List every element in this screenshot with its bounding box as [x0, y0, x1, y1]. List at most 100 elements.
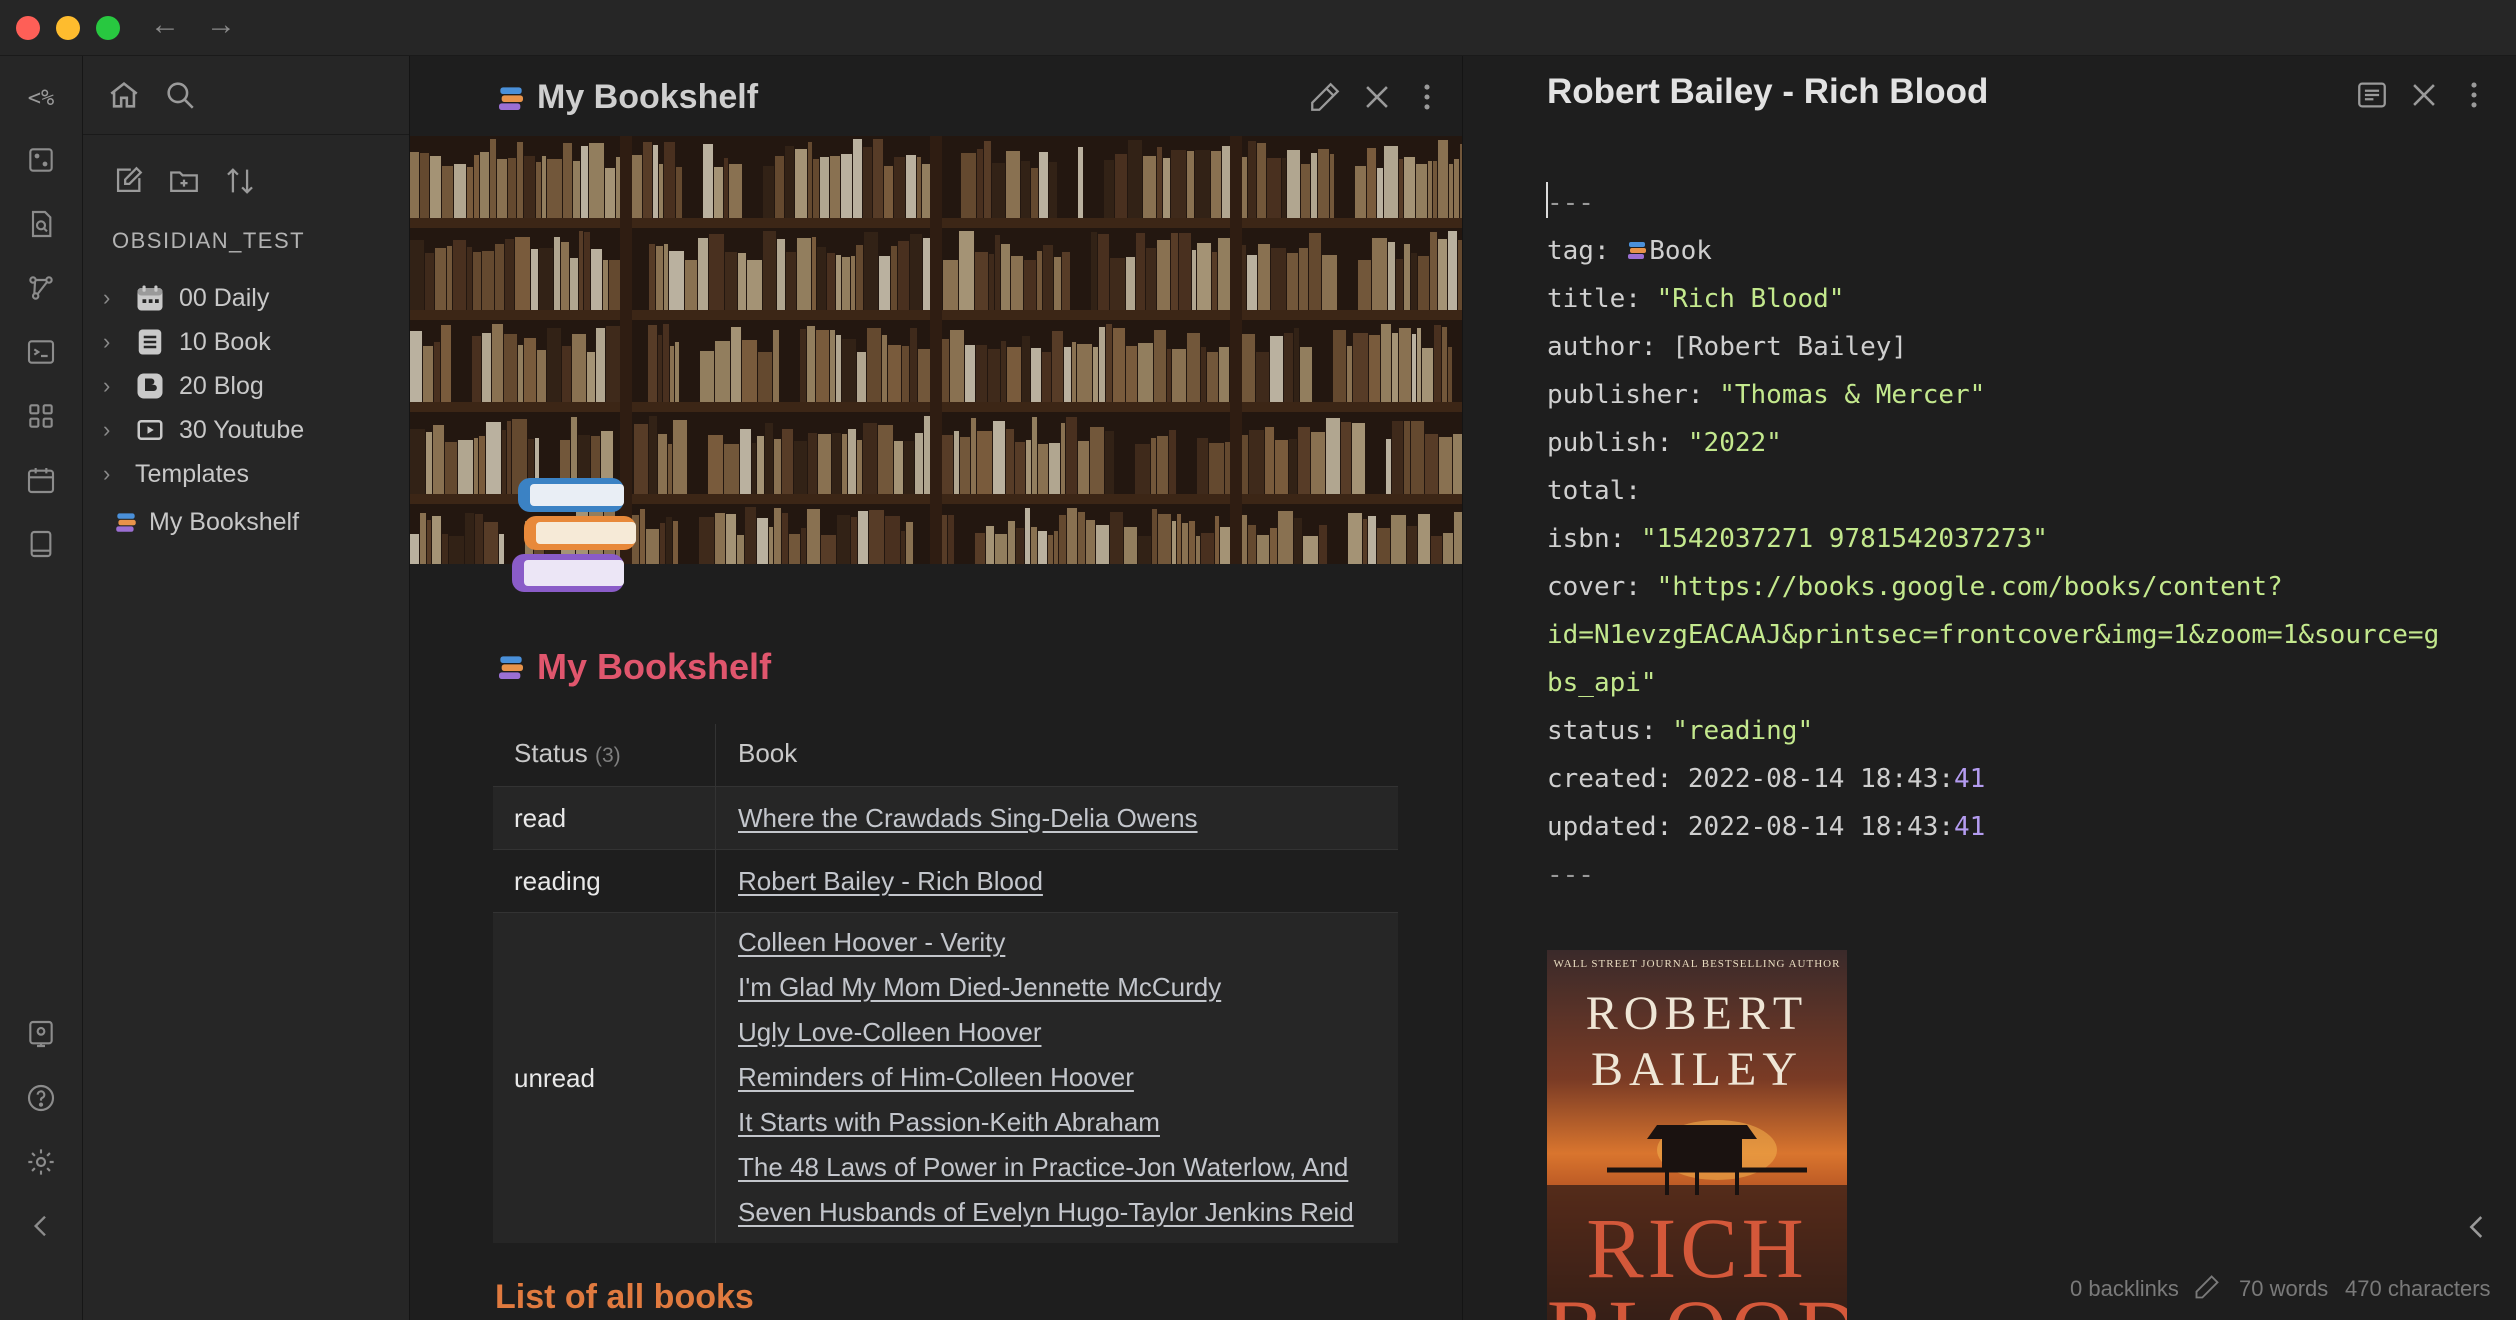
new-note-icon[interactable]	[111, 164, 145, 203]
status-header-label: Status	[514, 738, 588, 768]
vault-switcher-icon[interactable]	[21, 1014, 61, 1054]
graph-view-icon[interactable]	[21, 268, 61, 308]
book-link[interactable]: The 48 Laws of Power in Practice-Jon Wat…	[738, 1152, 1348, 1183]
cover-author-line1: ROBERT	[1585, 987, 1809, 1040]
book-link[interactable]: It Starts with Passion-Keith Abraham	[738, 1107, 1160, 1138]
new-folder-icon[interactable]	[167, 164, 201, 203]
more-options-icon[interactable]	[1410, 80, 1444, 119]
back-arrow-icon[interactable]: ←	[150, 8, 180, 42]
close-window-button[interactable]	[16, 16, 40, 40]
chevron-right-icon: ›	[103, 285, 111, 310]
folder-00-daily[interactable]: › 00 Daily	[103, 278, 269, 318]
book-link[interactable]: I'm Glad My Mom Died-Jennette McCurdy	[738, 972, 1221, 1003]
calendar-icon	[135, 283, 165, 313]
edit-mode-pencil-icon[interactable]	[2193, 1273, 2221, 1306]
sort-order-icon[interactable]	[223, 164, 257, 203]
minimize-window-button[interactable]	[56, 16, 80, 40]
templater-button[interactable]: <%	[18, 78, 64, 118]
book-link[interactable]: Reminders of Him-Colleen Hoover	[738, 1062, 1134, 1093]
yaml-value: "Rich Blood"	[1656, 284, 1845, 314]
collapse-chevron-left-icon[interactable]	[21, 1206, 61, 1246]
character-count: 470 characters	[2345, 1276, 2491, 1301]
chevron-right-icon: ›	[103, 417, 111, 442]
column-divider	[715, 913, 716, 1243]
more-options-icon[interactable]	[2457, 78, 2491, 117]
blocks-icon[interactable]	[21, 396, 61, 436]
table-row: unread Colleen Hoover - Verity I'm Glad …	[493, 913, 1398, 1243]
book-header[interactable]: Book	[738, 738, 797, 769]
file-my-bookshelf[interactable]: My Bookshelf	[113, 502, 299, 542]
yaml-value: "Thomas & Mercer"	[1719, 380, 1986, 410]
yaml-line-publish: publish: "2022"	[1547, 428, 1782, 458]
yaml-value: "1542037271 9781542037273"	[1640, 524, 2048, 554]
file-label: My Bookshelf	[149, 507, 300, 536]
reading-view-icon[interactable]	[2355, 78, 2389, 117]
chevron-right-icon: ›	[103, 373, 111, 398]
cover-tagline: WALL STREET JOURNAL BESTSELLING AUTHOR	[1553, 958, 1841, 970]
folder-20-blog[interactable]: › 20 Blog	[103, 366, 264, 406]
sidebar-tab-bar	[83, 56, 409, 135]
book-icon	[135, 327, 165, 357]
book-link[interactable]: Colleen Hoover - Verity	[738, 927, 1005, 958]
table-row: reading Robert Bailey - Rich Blood	[493, 850, 1398, 913]
edit-pencil-icon[interactable]	[1308, 80, 1342, 119]
help-icon[interactable]	[21, 1078, 61, 1118]
book-link[interactable]: Seven Husbands of Evelyn Hugo-Taylor Jen…	[738, 1197, 1354, 1228]
book-link[interactable]: Where the Crawdads Sing-Delia Owens	[738, 803, 1198, 834]
yaml-number: 41	[1954, 764, 1986, 794]
yaml-key: created:	[1547, 764, 1673, 794]
terminal-icon[interactable]	[21, 332, 61, 372]
yaml-key: title:	[1547, 284, 1641, 314]
book-reader-icon[interactable]	[21, 524, 61, 564]
column-divider	[715, 787, 716, 849]
close-pane-icon[interactable]	[2407, 78, 2441, 117]
pane-title: My Bookshelf	[537, 78, 759, 116]
search-icon[interactable]	[163, 78, 197, 117]
settings-gear-icon[interactable]	[21, 1142, 61, 1182]
random-note-icon[interactable]	[21, 140, 61, 180]
file-explorer-sidebar: OBSIDIAN_TEST › 00 Daily › 10 Book › 20 …	[83, 56, 410, 1320]
yaml-key: publish:	[1547, 428, 1673, 458]
status-header[interactable]: Status (3)	[514, 738, 621, 769]
folder-templates[interactable]: › Templates	[103, 454, 249, 494]
yaml-key: updated:	[1547, 812, 1673, 842]
yaml-key: cover:	[1547, 572, 1641, 602]
expand-sidebar-chevron-icon[interactable]	[2460, 1210, 2494, 1249]
chevron-right-icon: ›	[103, 329, 111, 354]
pane-header: My Bookshelf	[495, 78, 758, 117]
zoom-window-button[interactable]	[96, 16, 120, 40]
yaml-key: publisher:	[1547, 380, 1704, 410]
title-bar: ← →	[0, 0, 2516, 56]
forward-arrow-icon[interactable]: →	[206, 8, 236, 42]
yaml-value: "2022"	[1687, 428, 1782, 458]
yaml-number: 41	[1954, 812, 1986, 842]
status-count: (3)	[594, 744, 621, 767]
yaml-key: status:	[1547, 716, 1657, 746]
close-pane-icon[interactable]	[1360, 80, 1394, 119]
status-cell: unread	[514, 1063, 595, 1093]
calendar-icon[interactable]	[21, 460, 61, 500]
book-note-pane: Robert Bailey - Rich Blood --- tag: Book…	[1463, 56, 2516, 1320]
note-title: Robert Bailey - Rich Blood	[1547, 72, 1989, 111]
home-icon[interactable]	[107, 78, 141, 117]
vault-name: OBSIDIAN_TEST	[112, 228, 306, 253]
folder-30-youtube[interactable]: › 30 Youtube	[103, 410, 304, 450]
book-cover-image[interactable]: WALL STREET JOURNAL BESTSELLING AUTHOR R…	[1547, 950, 1847, 1320]
cover-author-line2: BAILEY	[1591, 1043, 1803, 1096]
yaml-value: 2022-08-14 18:43:	[1687, 764, 1954, 794]
folder-10-book[interactable]: › 10 Book	[103, 322, 271, 362]
book-link[interactable]: Robert Bailey - Rich Blood	[738, 866, 1043, 897]
column-divider	[715, 850, 716, 912]
file-search-icon[interactable]	[21, 204, 61, 244]
yaml-key: total:	[1547, 476, 1641, 506]
folder-label: 20 Blog	[179, 371, 264, 400]
books-stack-icon	[512, 478, 636, 592]
yaml-line-created: created: 2022-08-14 18:43:41	[1547, 764, 1985, 794]
obsidian-window: ← → <% OBSIDIAN_TEST › 00 Daily › 10 Boo…	[0, 0, 2516, 1320]
yaml-delimiter: ---	[1547, 860, 1594, 890]
backlinks-count[interactable]: 0 backlinks	[2070, 1276, 2179, 1302]
yaml-line-total: total:	[1547, 476, 1641, 506]
yaml-line-updated: updated: 2022-08-14 18:43:41	[1547, 812, 1985, 842]
book-link[interactable]: Ugly Love-Colleen Hoover	[738, 1017, 1041, 1048]
yaml-line-title: title: "Rich Blood"	[1547, 284, 1844, 314]
